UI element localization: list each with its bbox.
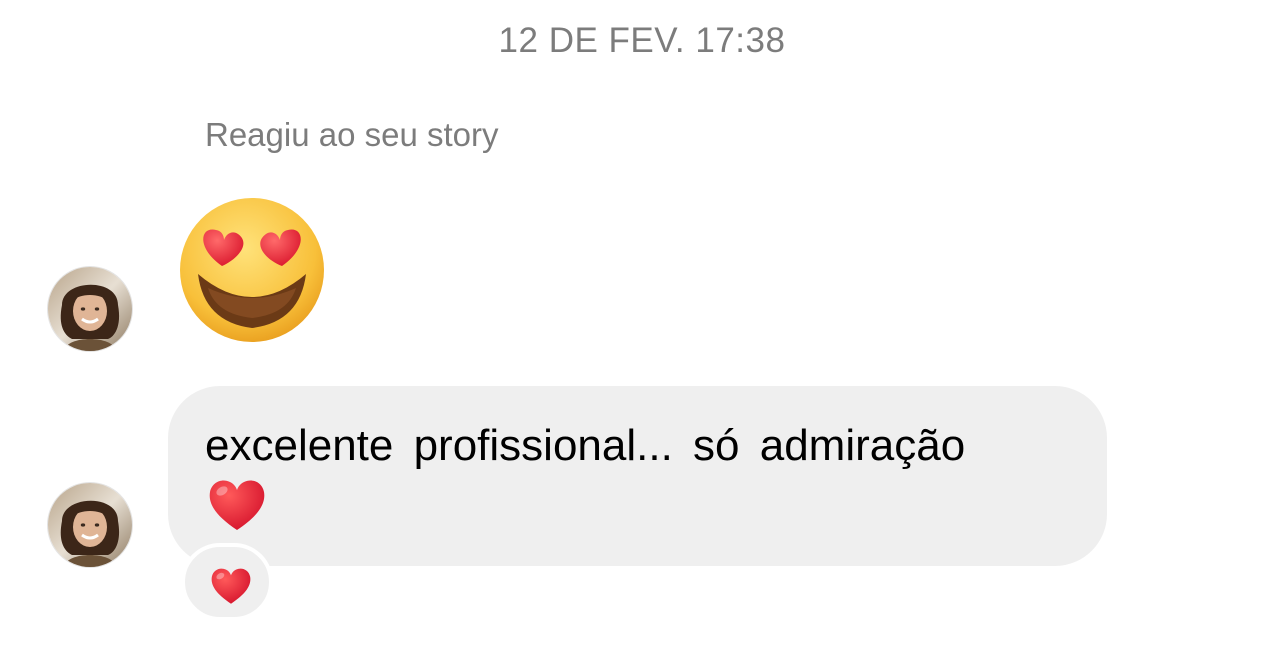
reaction-heart bbox=[209, 564, 253, 608]
message-text: excelente profissional... só admiração bbox=[205, 421, 966, 470]
avatar[interactable] bbox=[48, 267, 132, 351]
message-heart-emoji bbox=[206, 474, 268, 536]
message-timestamp: 12 DE FEV. 17:38 bbox=[498, 21, 786, 60]
emoji-message[interactable] bbox=[178, 196, 326, 344]
red-heart-icon bbox=[209, 480, 265, 530]
story-reaction-note: Reagiu ao seu story bbox=[205, 116, 499, 153]
message-reaction[interactable] bbox=[181, 543, 273, 621]
heart-icon bbox=[211, 568, 251, 604]
avatar-photo-icon bbox=[48, 483, 132, 567]
avatar[interactable] bbox=[48, 483, 132, 567]
message-bubble[interactable] bbox=[168, 386, 1107, 566]
avatar-photo-icon bbox=[48, 267, 132, 351]
smiling-face-with-heart-eyes-icon bbox=[180, 198, 324, 342]
